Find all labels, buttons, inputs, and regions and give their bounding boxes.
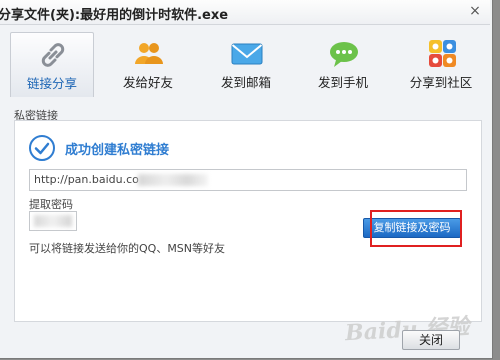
- close-icon[interactable]: ×: [464, 2, 486, 20]
- share-link-field[interactable]: http://pan.baidu.co: [29, 169, 467, 191]
- tab-send-friends[interactable]: 发给好友: [107, 32, 189, 96]
- checkmark-circle-icon: [29, 135, 55, 161]
- window-title: 分享文件(夹):最好用的倒计时软件.exe: [0, 8, 229, 23]
- tab-label: 发给好友: [122, 75, 173, 90]
- share-hint: 可以将链接发送给你的QQ、MSN等好友: [29, 242, 226, 255]
- tab-send-phone[interactable]: 发到手机: [302, 32, 384, 96]
- tab-share-community[interactable]: 分享到社区: [400, 32, 482, 96]
- extraction-code-field[interactable]: [29, 211, 77, 231]
- close-button[interactable]: 关闭: [402, 330, 460, 350]
- share-link-value: http://pan.baidu.co: [34, 173, 139, 186]
- share-method-tabs: 链接分享 发给好友 发到邮箱 发到手机 分享到社区: [10, 32, 490, 98]
- success-text: 成功创建私密链接: [65, 143, 170, 158]
- share-dialog: 分享文件(夹):最好用的倒计时软件.exe × 链接分享 发给好友 发到邮箱 发…: [0, 0, 493, 359]
- tab-label: 分享到社区: [409, 75, 473, 90]
- chat-bubble-icon: [330, 42, 358, 67]
- tab-label: 链接分享: [26, 76, 77, 91]
- redacted-link-blur: [138, 174, 208, 186]
- chain-link-icon: [41, 43, 65, 67]
- social-grid-icon: [429, 40, 456, 67]
- extraction-code-label: 提取密码: [29, 198, 73, 211]
- copy-link-and-code-button[interactable]: 复制链接及密码: [363, 218, 461, 238]
- envelope-icon: [231, 43, 263, 65]
- title-bar[interactable]: 分享文件(夹):最好用的倒计时软件.exe ×: [0, 0, 490, 25]
- tab-label: 发到手机: [317, 75, 368, 90]
- redacted-code-blur: [34, 215, 72, 227]
- tab-send-email[interactable]: 发到邮箱: [205, 32, 287, 96]
- friends-icon: [135, 43, 163, 64]
- tab-label: 发到邮箱: [220, 75, 271, 90]
- tab-link-share[interactable]: 链接分享: [10, 32, 94, 97]
- private-link-panel: 成功创建私密链接 http://pan.baidu.co 提取密码 复制链接及密…: [14, 120, 482, 322]
